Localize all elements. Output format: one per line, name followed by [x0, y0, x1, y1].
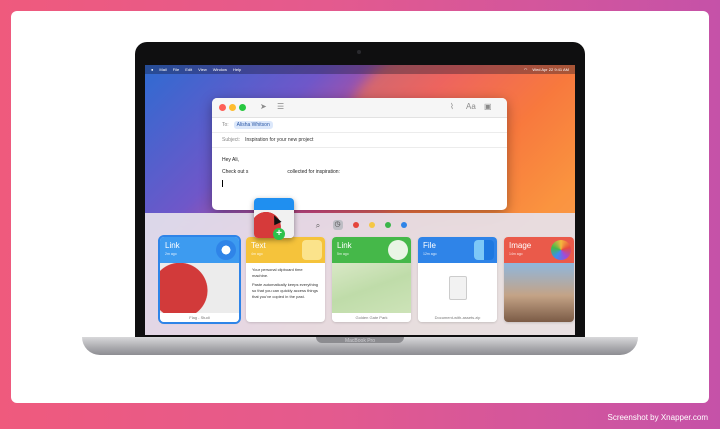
mail-toolbar: ➤ ☰ ⌇ Aa ▣ — [212, 98, 507, 118]
credit-text: Screenshot by Xnapper.com — [607, 413, 708, 422]
laptop-brand: MacBook Pro — [344, 338, 375, 344]
card-header: Image 14m ago — [504, 237, 574, 263]
menu-help[interactable]: Help — [233, 67, 241, 72]
subject-label: Subject: — [222, 137, 241, 143]
message-body[interactable]: Hey Ali, Check out s collected for inspir… — [212, 148, 507, 196]
send-icon[interactable]: ➤ — [260, 102, 267, 111]
card-header: Link 5m ago — [332, 237, 411, 263]
menu-view[interactable]: View — [198, 67, 207, 72]
menu-clock[interactable]: Wed Apr 22 9:41 AM — [532, 67, 569, 72]
to-field[interactable]: To: Alisha Whitson — [212, 118, 507, 133]
clip-card-link[interactable]: Link 2m ago Flag - Studi — [158, 235, 241, 324]
wifi-icon[interactable]: ◠ — [524, 67, 528, 72]
color-filter-blue[interactable] — [400, 222, 407, 228]
menu-window[interactable]: Window — [213, 67, 227, 72]
apple-icon[interactable]: ● — [151, 67, 153, 72]
clip-card-image[interactable]: Image 14m ago — [504, 237, 574, 322]
list-icon[interactable]: ☰ — [277, 102, 284, 111]
card-footer: Flag - Studi — [160, 313, 239, 322]
card-text-content: Your personal clipboard time machine. Pa… — [252, 267, 319, 299]
photo-icon[interactable]: ▣ — [484, 102, 492, 111]
format-icon[interactable]: Aa — [466, 102, 476, 111]
menu-edit[interactable]: Edit — [185, 67, 192, 72]
minimize-button[interactable] — [229, 104, 236, 111]
subject-field[interactable]: Subject: Inspiration for your new projec… — [212, 133, 507, 148]
color-filter-red[interactable] — [352, 222, 359, 228]
recipient-token[interactable]: Alisha Whitson — [233, 121, 273, 129]
to-label: To: — [222, 122, 229, 128]
search-icon[interactable]: ⌕ — [314, 221, 323, 230]
mail-compose-window: ➤ ☰ ⌇ Aa ▣ To: Alisha Whitson Subject: I… — [212, 98, 507, 210]
camera — [357, 50, 361, 54]
image-preview — [504, 263, 574, 322]
laptop-lid: ● Mail File Edit View Window Help ◠ Wed … — [135, 42, 585, 337]
card-preview-image — [160, 263, 239, 313]
history-icon[interactable]: ◷ — [332, 220, 343, 230]
close-button[interactable] — [219, 104, 226, 111]
zip-file-icon — [448, 276, 467, 300]
map-preview — [332, 263, 411, 313]
photos-icon — [551, 240, 571, 260]
menu-bar: ● Mail File Edit View Window Help ◠ Wed … — [145, 65, 575, 74]
laptop-screen: ● Mail File Edit View Window Help ◠ Wed … — [145, 65, 575, 335]
shelf-toolbar: ⌕ ◷ — [145, 219, 575, 231]
finder-icon — [474, 240, 494, 260]
add-copy-icon: + — [273, 228, 285, 240]
notes-icon — [302, 240, 322, 260]
menu-file[interactable]: File — [173, 67, 179, 72]
card-header: Link 2m ago — [160, 237, 239, 263]
card-footer: Document-with-assets.zip — [418, 313, 497, 322]
file-preview — [418, 263, 497, 313]
clipboard-cards: Link 2m ago Flag - Studi Text 4m ago You… — [158, 235, 574, 324]
greeting-text: Hey Ali, — [222, 157, 239, 163]
color-filter-green[interactable] — [384, 222, 391, 228]
card-footer: Golden Gate Park — [332, 313, 411, 322]
subject-value: Inspiration for your new project — [245, 137, 314, 143]
card-header: File 12m ago — [418, 237, 497, 263]
clip-card-text[interactable]: Text 4m ago Your personal clipboard time… — [246, 237, 325, 322]
safari-icon — [216, 240, 236, 260]
color-filter-yellow[interactable] — [368, 222, 375, 228]
paste-shelf: ⌕ ◷ Link 2m ago Flag - Studi Text 4m ago… — [145, 213, 575, 335]
menu-mail[interactable]: Mail — [159, 67, 166, 72]
attachment-icon[interactable]: ⌇ — [450, 102, 454, 111]
clip-card-map-link[interactable]: Link 5m ago Golden Gate Park — [332, 237, 411, 322]
body-line: Check out s collected for inspiration: — [222, 169, 340, 175]
clip-card-file[interactable]: File 12m ago Document-with-assets.zip — [418, 237, 497, 322]
text-caret — [222, 178, 497, 190]
card-header: Text 4m ago — [246, 237, 325, 263]
zoom-button[interactable] — [239, 104, 246, 111]
messages-icon — [388, 240, 408, 260]
